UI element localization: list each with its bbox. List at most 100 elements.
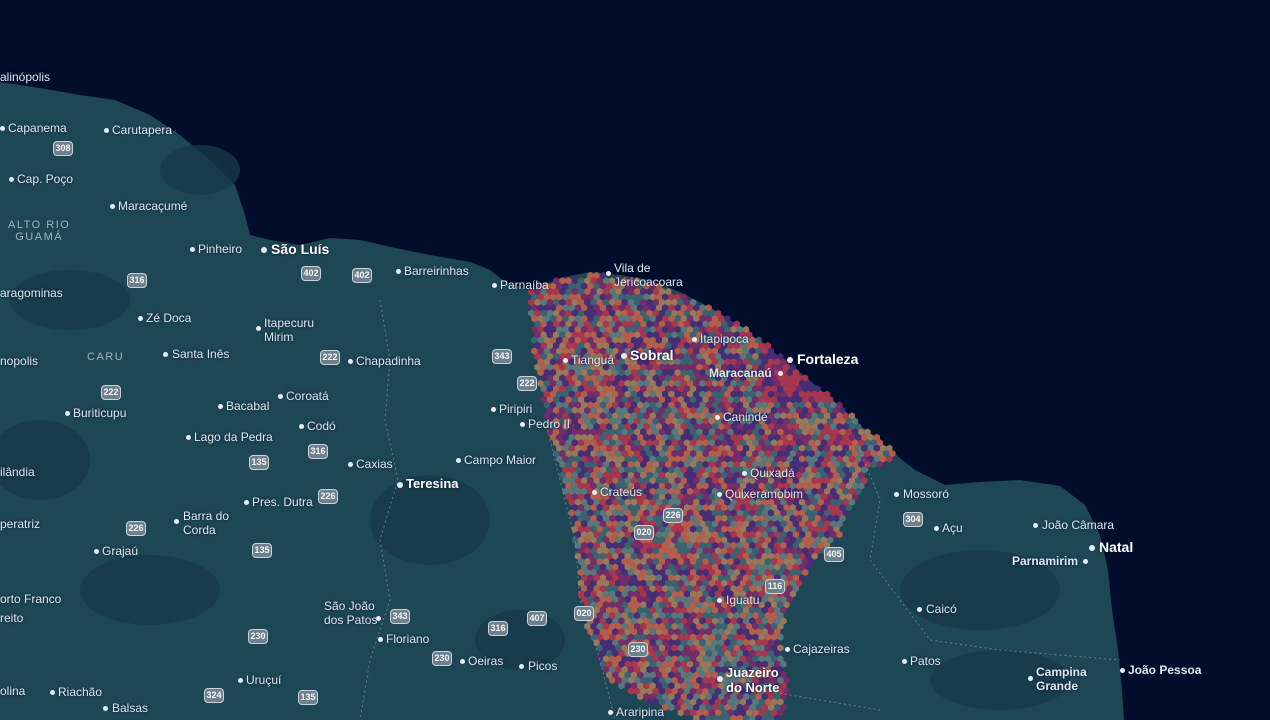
highway-shield[interactable]: 222 [101, 385, 121, 400]
city-label-text: São João dos Patos [324, 599, 378, 627]
city-label-text: Canindé [723, 410, 768, 424]
highway-shield[interactable]: 230 [432, 651, 452, 666]
city-dot [174, 519, 179, 524]
city-dot [348, 462, 353, 467]
city-label-text: ilândia [0, 465, 35, 479]
city-dot [520, 422, 525, 427]
city-dot [492, 283, 497, 288]
city-dot [397, 482, 403, 488]
city-dot [244, 500, 249, 505]
highway-shield[interactable]: 407 [527, 611, 547, 626]
highway-shield[interactable]: 402 [301, 266, 321, 281]
city-label-text: Campina Grande [1036, 665, 1087, 693]
highway-shield[interactable]: 304 [903, 512, 923, 527]
city-label-text: João Câmara [1042, 518, 1115, 532]
highway-shield[interactable]: 135 [252, 543, 272, 558]
city-dot [902, 659, 907, 664]
city-label-text: Caicó [926, 602, 957, 616]
highway-shield[interactable]: 020 [634, 525, 654, 540]
highway-shield[interactable]: 135 [249, 455, 269, 470]
highway-shield[interactable]: 402 [352, 268, 372, 283]
city-dot [218, 404, 223, 409]
highway-shield[interactable]: 230 [248, 629, 268, 644]
city-dot [378, 637, 383, 642]
city-dot [138, 316, 143, 321]
city-dot [717, 598, 722, 603]
highway-shield[interactable]: 230 [628, 642, 648, 657]
city-dot [519, 664, 524, 669]
city-dot [1083, 559, 1088, 564]
city-label-text: João Pessoa [1128, 663, 1202, 677]
city-dot [778, 371, 783, 376]
city-label-text: Codó [307, 419, 336, 433]
city-label-text: Coroatá [286, 389, 329, 403]
highway-shield[interactable]: 316 [127, 273, 147, 288]
city-dot [190, 247, 195, 252]
city-dot [376, 616, 381, 621]
city-dot [256, 326, 261, 331]
city-label-text: Picos [528, 659, 558, 673]
city-dot [163, 352, 168, 357]
city-label-text: Fortaleza [797, 351, 859, 367]
city-label-text: Pres. Dutra [252, 495, 313, 509]
highway-shield[interactable]: 316 [308, 444, 328, 459]
city-label-text: aragominas [0, 286, 63, 300]
city-dot [110, 204, 115, 209]
city-label-text: Itapecuru Mirim [264, 316, 315, 344]
city-dot [456, 458, 461, 463]
city-label-text: Bacabal [226, 399, 270, 413]
highway-shield[interactable]: 135 [298, 690, 318, 705]
city-dot [103, 706, 108, 711]
city-dot [742, 471, 747, 476]
city-dot [787, 357, 793, 363]
city-label-text: Caxias [356, 457, 393, 471]
city-label-text: Santa Inês [172, 347, 230, 361]
city-label-text: Patos [910, 654, 941, 668]
highway-shield[interactable]: 222 [320, 350, 340, 365]
city-dot [278, 394, 283, 399]
city-label-text: Chapadinha [356, 354, 421, 368]
city-dot [460, 659, 465, 664]
highway-shield[interactable]: 308 [53, 141, 73, 156]
city-label-text: Pinheiro [198, 242, 243, 256]
city-label-text: Maracanaú [709, 366, 772, 380]
highway-shield[interactable]: 343 [390, 609, 410, 624]
highway-shield[interactable]: 226 [126, 521, 146, 536]
city-dot [692, 337, 697, 342]
city-label-text: Vila de Jericoacoara [614, 261, 683, 289]
city-label-text: Oeiras [468, 654, 504, 668]
city-dot [717, 492, 722, 497]
highway-shield[interactable]: 226 [318, 489, 338, 504]
highway-shield[interactable]: 324 [204, 688, 224, 703]
city-dot [608, 710, 613, 715]
map-canvas[interactable]: alinópolis Capanema Carutapera Cap. Poço… [0, 0, 1270, 720]
highway-shield[interactable]: 343 [492, 349, 512, 364]
highway-shield[interactable]: 116 [765, 579, 785, 594]
city-label-text: Sobral [630, 347, 674, 363]
city-label-text: Campo Maior [464, 453, 537, 467]
city-label-text: Lago da Pedra [194, 430, 273, 444]
city-dot [563, 358, 568, 363]
city-label-text: Itapipoca [700, 332, 749, 346]
city-label-text: alinópolis [0, 70, 51, 84]
city-label-text: Mossoró [903, 487, 950, 501]
highway-shield[interactable]: 405 [824, 547, 844, 562]
city-label-text: Uruçuí [246, 673, 282, 687]
region-label: ALTO RIO GUAMÁ [8, 219, 71, 243]
highway-shield[interactable]: 316 [488, 621, 508, 636]
city-label-text: Zé Doca [146, 311, 192, 325]
city-label-text: Tianguá [571, 353, 614, 367]
city-label-text: Parnamirim [1012, 554, 1079, 568]
city-dot [104, 128, 109, 133]
city-label-text: Teresina [406, 476, 459, 491]
city-dot [1120, 668, 1125, 673]
city-label-text: Carutapera [112, 123, 173, 137]
highway-shield[interactable]: 226 [663, 508, 683, 523]
highway-shield[interactable]: 020 [574, 606, 594, 621]
city-label-text: Balsas [112, 701, 149, 715]
city-label-text: Quixadá [750, 466, 795, 480]
city-label-text: peratriz [0, 517, 41, 531]
highway-shield[interactable]: 222 [517, 376, 537, 391]
label-layer: alinópolis Capanema Carutapera Cap. Poço… [0, 0, 1270, 720]
city-dot [0, 126, 5, 131]
